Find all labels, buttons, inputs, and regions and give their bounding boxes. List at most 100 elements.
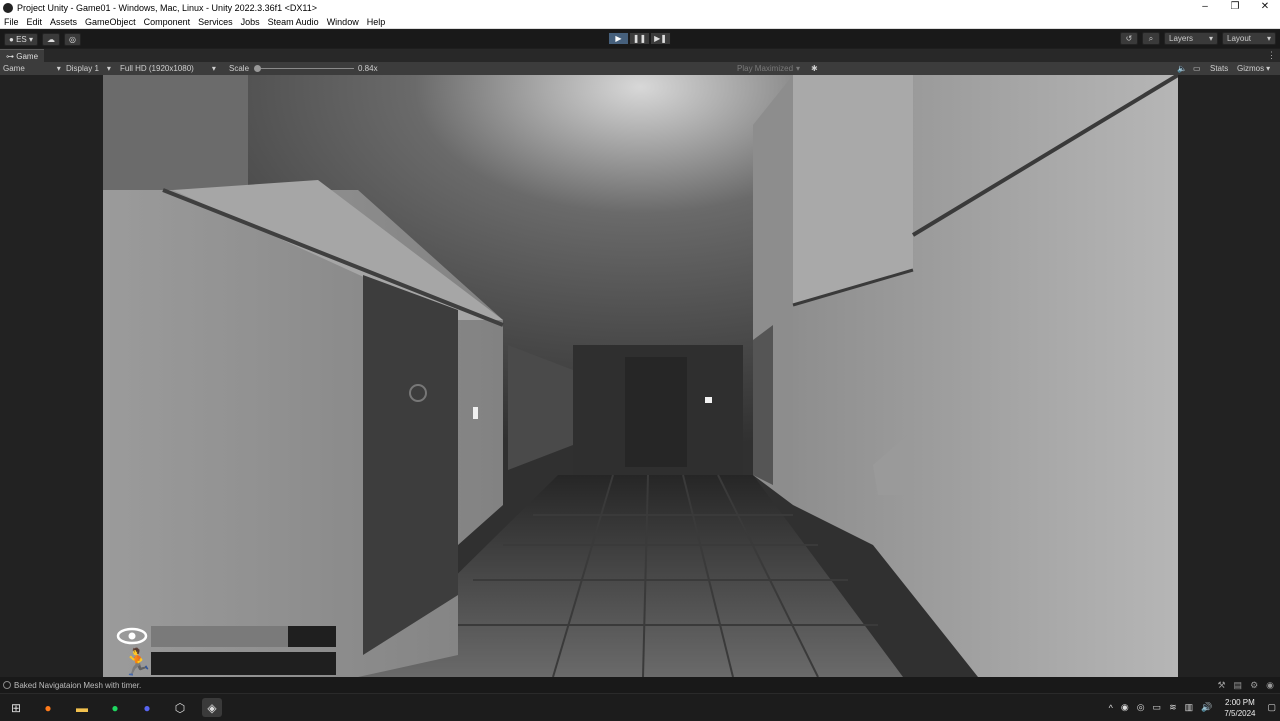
gamepad-icon: ⊶ xyxy=(6,51,17,61)
aspect-icon[interactable]: ▭ xyxy=(1193,62,1201,75)
view-mode-dropdown[interactable]: Game ▾ xyxy=(3,62,61,75)
search-icon: ⌕ xyxy=(1148,33,1154,43)
resolution-dropdown[interactable]: Full HD (1920x1080) ▾ xyxy=(120,62,216,75)
menu-help[interactable]: Help xyxy=(363,15,390,29)
account-label: ES xyxy=(16,34,27,44)
minimize-button[interactable]: – xyxy=(1190,0,1220,15)
chevron-down-icon: ▾ xyxy=(56,64,61,73)
progress-icon[interactable]: ⚒ xyxy=(1217,680,1225,691)
game-scene[interactable]: 🏃 xyxy=(103,75,1178,677)
windows-start-icon[interactable]: ⊞ xyxy=(6,698,26,717)
right-doorway xyxy=(753,325,773,485)
menu-window[interactable]: Window xyxy=(323,15,363,29)
audio-mute-icon[interactable]: 🔈 xyxy=(1177,62,1187,75)
vision-bar-fill xyxy=(151,626,288,647)
display-dropdown[interactable]: Display 1 ▾ xyxy=(66,62,111,75)
window-titlebar: Project Unity - Game01 - Windows, Mac, L… xyxy=(0,0,1280,15)
gizmos-dropdown[interactable]: Gizmos ▾ xyxy=(1237,62,1270,75)
play-button[interactable]: ▶ xyxy=(608,32,629,45)
system-tray: ^ ◉ ◎ ▭ ≋ ▥ 🔊 2:00 PM 7/5/2024 ▢ xyxy=(1105,694,1280,721)
collab-button[interactable]: ◎ xyxy=(63,32,81,46)
play-maximized-label: Play Maximized xyxy=(737,64,794,73)
undo-history-button[interactable]: ↺ xyxy=(1120,32,1138,45)
window-controls: – ❐ ✕ xyxy=(1190,0,1280,15)
menu-edit[interactable]: Edit xyxy=(23,15,47,29)
network-icon[interactable]: ▥ xyxy=(1185,702,1194,713)
scale-slider-track[interactable] xyxy=(258,68,354,69)
collab-icon: ◎ xyxy=(68,34,76,44)
maximize-button[interactable]: ❐ xyxy=(1220,0,1250,15)
display-label: Display 1 xyxy=(66,64,99,73)
left-door xyxy=(363,275,458,655)
unity-editor-icon[interactable]: ◈ xyxy=(202,698,222,717)
pause-button[interactable]: ❚❚ xyxy=(629,32,650,45)
step-icon: ▶❚ xyxy=(654,34,667,43)
left-upper-block xyxy=(103,75,248,190)
toolbar-right: ↺ ⌕ Layers ▾ Layout ▾ xyxy=(1116,32,1276,45)
volume-icon[interactable]: 🔊 xyxy=(1201,702,1212,713)
spotify-icon[interactable]: ● xyxy=(105,698,125,717)
tab-game[interactable]: ⊶ Game xyxy=(0,49,45,62)
status-message[interactable]: Baked Navigataion Mesh with timer. xyxy=(14,681,141,690)
layers-dropdown[interactable]: Layers ▾ xyxy=(1164,32,1218,45)
wall-light-far xyxy=(705,397,712,403)
right-column xyxy=(793,75,913,305)
discord-icon[interactable]: ● xyxy=(137,698,157,717)
menu-jobs[interactable]: Jobs xyxy=(237,15,264,29)
tab-game-label: Game xyxy=(16,51,39,61)
os-taskbar: ⊞ ● ▬ ● ● ⬡ ◈ ^ ◉ ◎ ▭ ≋ ▥ 🔊 2:00 PM 7/5/… xyxy=(0,693,1280,720)
debug-icon[interactable]: ⚙ xyxy=(1250,680,1258,691)
clock-date: 7/5/2024 xyxy=(1224,708,1256,718)
tab-options-icon[interactable]: ⋮ xyxy=(1267,50,1276,61)
notifications-icon[interactable]: ▢ xyxy=(1267,702,1276,713)
chevron-down-icon: ▾ xyxy=(26,34,33,44)
layout-dropdown[interactable]: Layout ▾ xyxy=(1222,32,1276,45)
menu-file[interactable]: File xyxy=(0,15,23,29)
cloud-button[interactable]: ☁ xyxy=(41,32,60,46)
chevron-down-icon: ▾ xyxy=(106,64,111,73)
system-clock[interactable]: 2:00 PM 7/5/2024 xyxy=(1224,697,1255,719)
eye-pupil xyxy=(128,632,136,640)
menu-steam-audio[interactable]: Steam Audio xyxy=(264,15,323,29)
menu-services[interactable]: Services xyxy=(194,15,237,29)
stamina-bar-track xyxy=(151,652,336,675)
wall-light-left xyxy=(473,407,478,419)
play-maximized-dropdown[interactable]: Play Maximized ▾ xyxy=(737,62,800,75)
chevron-down-icon: ▾ xyxy=(1266,34,1271,43)
scale-slider-handle[interactable] xyxy=(254,65,261,72)
unity-app-icon xyxy=(3,2,13,13)
unity-hub-icon[interactable]: ⬡ xyxy=(170,698,190,717)
stats-button[interactable]: Stats xyxy=(1210,62,1228,75)
display-tray-icon[interactable]: ▭ xyxy=(1153,702,1162,713)
bug-icon[interactable]: ✱ xyxy=(811,62,818,75)
discord-tray-icon[interactable]: ◉ xyxy=(1121,702,1129,713)
info-icon xyxy=(3,681,11,689)
tab-strip: ⊶ Game ⋮ xyxy=(0,49,1280,62)
close-button[interactable]: ✕ xyxy=(1250,0,1280,15)
show-hidden-icons-icon[interactable]: ^ xyxy=(1109,703,1113,713)
account-button[interactable]: ● ES ▾ xyxy=(4,32,38,46)
main-toolbar: ● ES ▾ ☁ ◎ ▶ ❚❚ ▶❚ ↺ ⌕ Layers ▾ Layout ▾ xyxy=(0,30,1280,48)
step-button[interactable]: ▶❚ xyxy=(650,32,671,45)
game-view-toolbar: Game ▾ Display 1 ▾ Full HD (1920x1080) ▾… xyxy=(0,62,1280,75)
play-icon: ▶ xyxy=(615,34,622,43)
firefox-icon[interactable]: ● xyxy=(38,698,58,717)
play-controls: ▶ ❚❚ ▶❚ xyxy=(608,32,671,45)
window-title: Project Unity - Game01 - Windows, Mac, L… xyxy=(17,2,317,13)
cloud-icon: ☁ xyxy=(46,34,55,44)
menu-bar: File Edit Assets GameObject Component Se… xyxy=(0,15,1280,29)
game-view[interactable]: 🏃 xyxy=(0,75,1280,677)
gizmos-label: Gizmos xyxy=(1237,64,1265,73)
collab-status-icon[interactable]: ◉ xyxy=(1266,680,1274,691)
chevron-down-icon: ▾ xyxy=(211,64,216,73)
steam-tray-icon[interactable]: ◎ xyxy=(1137,702,1145,713)
status-bar: Baked Navigataion Mesh with timer. ⚒ ▤ ⚙… xyxy=(0,677,1280,693)
menu-component[interactable]: Component xyxy=(140,15,195,29)
menu-gameobject[interactable]: GameObject xyxy=(81,15,140,29)
menu-assets[interactable]: Assets xyxy=(46,15,81,29)
cache-icon[interactable]: ▤ xyxy=(1234,680,1243,691)
pause-icon: ❚❚ xyxy=(632,34,647,43)
file-explorer-icon[interactable]: ▬ xyxy=(72,698,92,717)
search-button[interactable]: ⌕ xyxy=(1142,32,1160,45)
wifi-icon[interactable]: ≋ xyxy=(1169,702,1177,713)
